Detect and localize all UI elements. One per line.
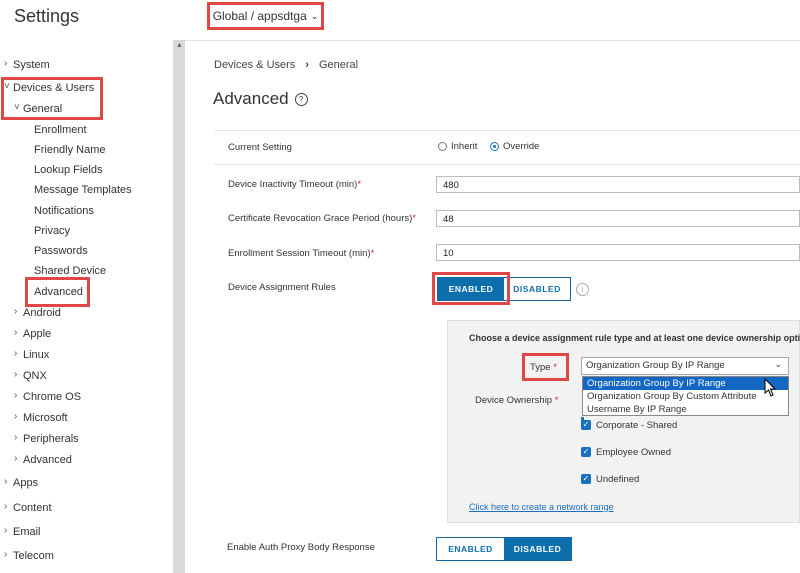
- auth-proxy-label: Enable Auth Proxy Body Response: [227, 542, 375, 553]
- sidebar-item-enrollment[interactable]: Enrollment: [34, 124, 87, 136]
- auth-proxy-toggle: ENABLED DISABLED: [436, 537, 572, 561]
- cert-grace-label: Certificate Revocation Grace Period (hou…: [228, 213, 416, 224]
- sidebar-item-shared-device[interactable]: Shared Device: [34, 265, 106, 277]
- breadcrumb-parent[interactable]: Devices & Users: [214, 59, 295, 71]
- required-icon: *: [370, 248, 375, 259]
- highlight-box: [432, 272, 510, 305]
- sidebar-item-peripherals[interactable]: › Peripherals: [14, 432, 79, 445]
- type-option[interactable]: Username By IP Range: [583, 403, 788, 416]
- create-network-range-link[interactable]: Click here to create a network range: [469, 502, 614, 512]
- sidebar-item-telecom[interactable]: › Telecom: [4, 549, 54, 562]
- scroll-up-icon: ▲: [176, 42, 183, 49]
- sidebar-item-advanced-platform[interactable]: › Advanced: [14, 453, 72, 466]
- chevron-right-icon: ›: [14, 453, 18, 464]
- checkbox-checked-icon: ✓: [581, 474, 591, 485]
- mouse-cursor-icon: [764, 378, 777, 397]
- inherit-radio[interactable]: Inherit: [438, 141, 477, 152]
- enroll-timeout-input[interactable]: 10: [436, 244, 800, 261]
- sidebar-item-android[interactable]: › Android: [14, 306, 61, 319]
- required-icon: *: [554, 395, 559, 406]
- org-group-selector[interactable]: Global / appsdtga ⌄: [207, 2, 324, 30]
- checkbox-checked-icon: ✓: [581, 447, 591, 458]
- ownership-checkbox-undefined[interactable]: ✓ Undefined: [581, 474, 639, 485]
- sidebar-item-qnx[interactable]: › QNX: [14, 369, 47, 382]
- chevron-right-icon: ›: [14, 306, 18, 317]
- auth-proxy-enabled-button[interactable]: ENABLED: [437, 538, 504, 560]
- sidebar-item-lookup-fields[interactable]: Lookup Fields: [34, 164, 103, 176]
- sidebar-item-content[interactable]: › Content: [4, 501, 52, 514]
- override-radio[interactable]: Override: [490, 141, 539, 152]
- chevron-right-icon: ›: [4, 58, 8, 69]
- sidebar-item-friendly-name[interactable]: Friendly Name: [34, 144, 106, 156]
- sidebar: › System ˅ Devices & Users ˅ General Enroll…: [0, 40, 173, 573]
- ownership-checkbox-employee-owned[interactable]: ✓ Employee Owned: [581, 447, 671, 458]
- sidebar-item-apps[interactable]: › Apps: [4, 476, 38, 489]
- required-icon: *: [412, 213, 416, 224]
- chevron-right-icon: ›: [14, 369, 18, 380]
- radio-icon: [438, 141, 447, 151]
- chevron-right-icon: ›: [4, 525, 8, 536]
- divider: [214, 130, 800, 131]
- info-icon[interactable]: i: [576, 283, 589, 296]
- inactivity-timeout-label: Device Inactivity Timeout (min)*: [228, 179, 362, 190]
- chevron-down-icon: ⌄: [774, 359, 782, 369]
- sidebar-item-passwords[interactable]: Passwords: [34, 245, 88, 257]
- chevron-right-icon: ›: [305, 59, 309, 71]
- sidebar-item-system[interactable]: › System: [4, 58, 50, 71]
- chevron-right-icon: ›: [14, 327, 18, 338]
- sidebar-item-email[interactable]: › Email: [4, 525, 41, 538]
- breadcrumb: Devices & Users › General: [214, 59, 358, 71]
- divider: [214, 164, 800, 165]
- sidebar-item-apple[interactable]: › Apple: [14, 327, 51, 340]
- assignment-rules-label: Device Assignment Rules: [228, 282, 336, 293]
- chevron-right-icon: ›: [4, 549, 8, 560]
- radio-selected-icon: [490, 141, 499, 151]
- chevron-right-icon: ›: [14, 390, 18, 401]
- required-icon: *: [357, 179, 362, 190]
- current-setting-label: Current Setting: [228, 142, 292, 153]
- type-dropdown-list: Organization Group By IP Range Organizat…: [582, 376, 789, 416]
- page-title: Advanced?: [213, 89, 308, 109]
- highlight-box: [25, 277, 90, 307]
- chevron-right-icon: ›: [14, 432, 18, 443]
- chevron-right-icon: ›: [4, 501, 8, 512]
- ownership-checkbox-corporate-shared[interactable]: ✓ Corporate - Shared: [581, 420, 677, 431]
- ownership-label: Device Ownership *: [475, 395, 559, 406]
- highlight-box: [522, 353, 569, 381]
- cert-grace-input[interactable]: 48: [436, 210, 800, 227]
- chevron-down-icon: ⌄: [310, 10, 319, 21]
- type-option[interactable]: Organization Group By IP Range: [583, 377, 788, 390]
- org-group-label: Global / appsdtga: [212, 9, 307, 23]
- type-select[interactable]: Organization Group By IP Range ⌄: [581, 357, 789, 375]
- sidebar-item-linux[interactable]: › Linux: [14, 348, 49, 361]
- sidebar-item-chrome-os[interactable]: › Chrome OS: [14, 390, 81, 403]
- help-icon[interactable]: ?: [294, 93, 308, 107]
- breadcrumb-current: General: [318, 59, 359, 71]
- checkbox-checked-icon: ✓: [581, 420, 591, 431]
- rule-panel-intro: Choose a device assignment rule type and…: [469, 333, 800, 343]
- top-bar: [0, 0, 800, 41]
- auth-proxy-disabled-button[interactable]: DISABLED: [504, 538, 571, 560]
- type-option[interactable]: Organization Group By Custom Attribute: [583, 390, 788, 403]
- sidebar-item-notifications[interactable]: Notifications: [34, 205, 94, 217]
- highlight-box: [1, 77, 103, 120]
- enroll-timeout-label: Enrollment Session Timeout (min)*: [228, 248, 375, 259]
- sidebar-item-message-templates[interactable]: Message Templates: [34, 184, 132, 196]
- chevron-right-icon: ›: [4, 476, 8, 487]
- sidebar-item-microsoft[interactable]: › Microsoft: [14, 411, 68, 424]
- inactivity-timeout-input[interactable]: 480: [436, 176, 800, 193]
- chevron-right-icon: ›: [14, 411, 18, 422]
- chevron-right-icon: ›: [14, 348, 18, 359]
- sidebar-item-privacy[interactable]: Privacy: [34, 225, 70, 237]
- sidebar-scrollbar[interactable]: ▲: [173, 40, 185, 573]
- assignment-rules-disabled-button[interactable]: DISABLED: [504, 278, 570, 300]
- app-title: Settings: [14, 6, 80, 26]
